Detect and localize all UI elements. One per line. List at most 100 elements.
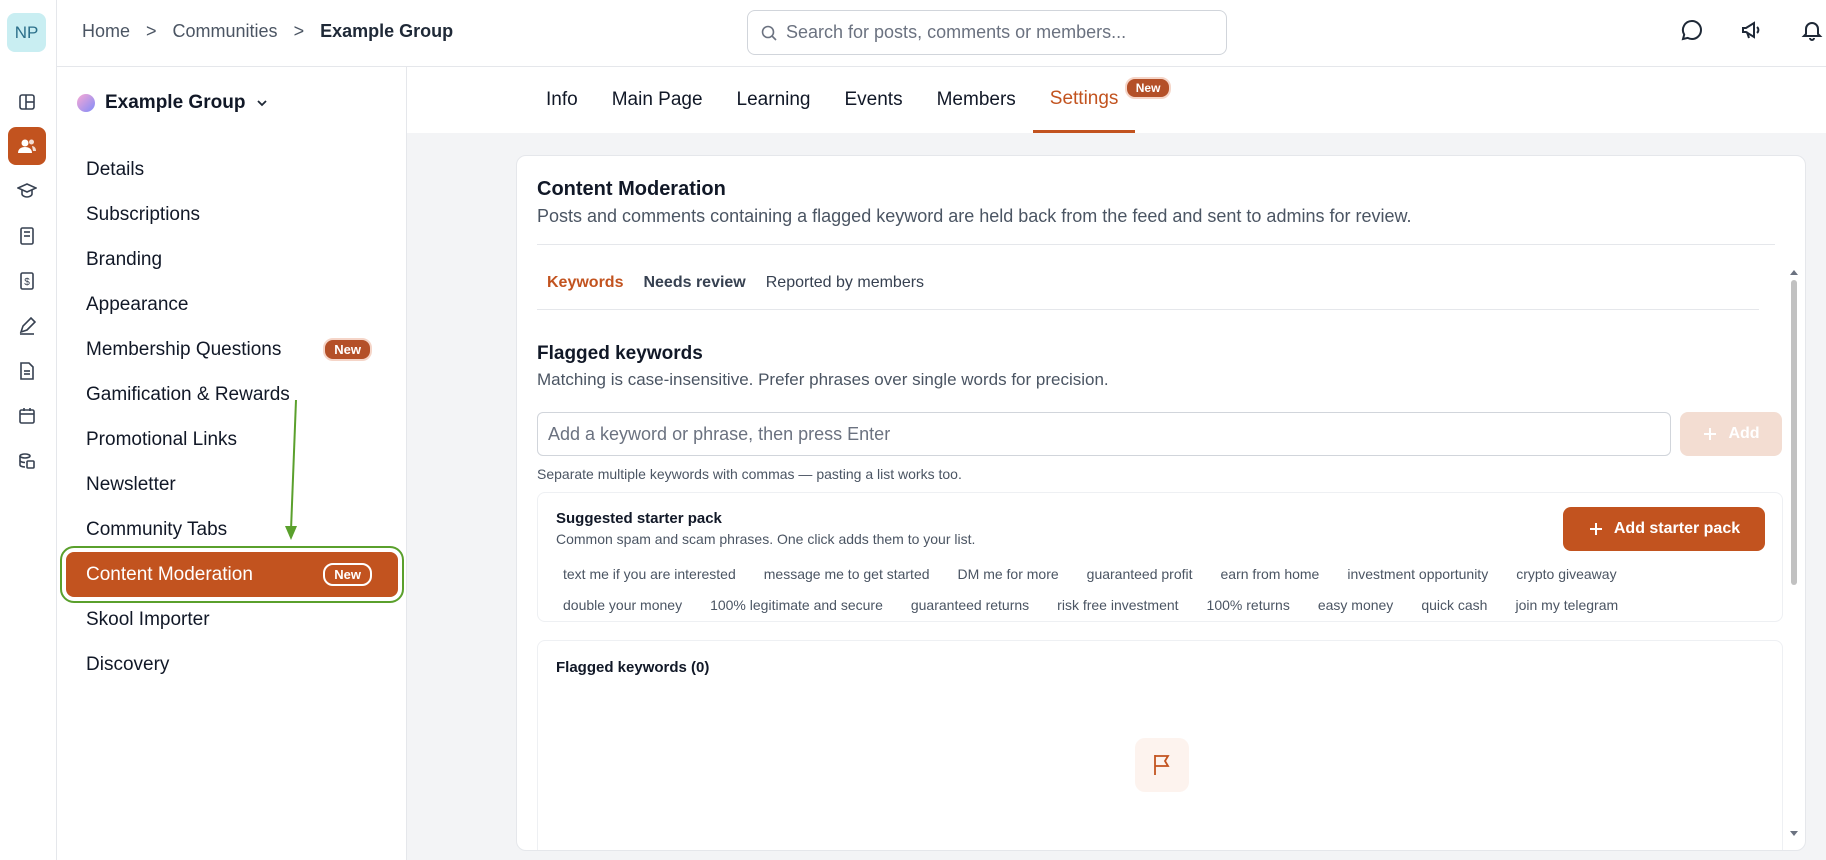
keyword-chip[interactable]: join my telegram <box>1504 594 1630 616</box>
keyword-chip[interactable]: easy money <box>1306 594 1405 616</box>
keyword-chip[interactable]: risk free investment <box>1046 594 1190 616</box>
main-area: Info Main Page Learning Events Members S… <box>407 67 1826 860</box>
graduation-cap-icon[interactable] <box>8 172 46 210</box>
breadcrumb-separator: > <box>293 21 305 41</box>
keyword-chip[interactable]: quick cash <box>1410 594 1499 616</box>
keyword-chip[interactable]: 100% legitimate and secure <box>699 594 894 616</box>
sidebar-item-discovery[interactable]: Discovery <box>66 642 398 687</box>
sidebar-item-details[interactable]: Details <box>66 147 398 192</box>
megaphone-icon[interactable] <box>1740 18 1764 42</box>
new-badge: New <box>323 563 372 586</box>
sidebar-item-label: Membership Questions <box>86 338 282 360</box>
plus-icon <box>1589 523 1602 535</box>
tab-info[interactable]: Info <box>529 67 595 133</box>
keyword-hint: Separate multiple keywords with commas —… <box>537 466 962 482</box>
keyword-chip[interactable]: message me to get started <box>752 563 941 585</box>
new-badge: New <box>1124 77 1172 99</box>
sidebar-item-subscriptions[interactable]: Subscriptions <box>66 192 398 237</box>
flagged-keywords-list: Flagged keywords (0) <box>537 640 1783 850</box>
scrollbar[interactable] <box>1789 268 1799 838</box>
starter-pack-title: Suggested starter pack <box>556 510 722 527</box>
flagged-keywords-description: Matching is case-insensitive. Prefer phr… <box>537 370 1109 389</box>
keyword-chip[interactable]: 100% returns <box>1195 594 1301 616</box>
tab-needs-review[interactable]: Needs review <box>633 256 755 309</box>
tab-label: Settings <box>1049 87 1119 109</box>
sidebar-item-label: Newsletter <box>86 473 176 495</box>
settings-menu: Details Subscriptions Branding Appearanc… <box>57 147 407 687</box>
starter-pack-chips: text me if you are interested message me… <box>552 563 1762 616</box>
tab-keywords[interactable]: Keywords <box>537 256 633 309</box>
tab-main-page[interactable]: Main Page <box>595 67 720 133</box>
sidebar-item-skool-importer[interactable]: Skool Importer <box>66 597 398 642</box>
flagged-keywords-count: Flagged keywords (0) <box>556 659 710 676</box>
add-keyword-button[interactable]: Add <box>1680 412 1782 456</box>
sidebar-item-appearance[interactable]: Appearance <box>66 282 398 327</box>
keyword-chip[interactable]: text me if you are interested <box>552 563 747 585</box>
sidebar-item-label: Content Moderation <box>86 563 253 585</box>
content-moderation-card: Content Moderation Posts and comments co… <box>516 155 1806 851</box>
page-title: Content Moderation <box>537 178 726 200</box>
group-selector[interactable]: Example Group <box>77 92 269 114</box>
user-avatar[interactable]: NP <box>7 13 46 52</box>
svg-text:$: $ <box>24 277 30 288</box>
keyword-input[interactable] <box>537 412 1671 456</box>
breadcrumb-home[interactable]: Home <box>82 21 130 42</box>
calendar-icon[interactable] <box>8 397 46 435</box>
scroll-down-icon[interactable] <box>1789 830 1799 838</box>
sidebar-item-label: Community Tabs <box>86 518 228 540</box>
sidebar-item-label: Skool Importer <box>86 608 210 630</box>
sidebar-item-newsletter[interactable]: Newsletter <box>66 462 398 507</box>
starter-pack-subtitle: Common spam and scam phrases. One click … <box>556 531 976 547</box>
sidebar-item-gamification[interactable]: Gamification & Rewards <box>66 372 398 417</box>
pen-icon[interactable] <box>8 307 46 345</box>
flagged-keywords-heading: Flagged keywords <box>537 343 703 364</box>
sidebar-item-label: Subscriptions <box>86 203 201 225</box>
sidebar-item-label: Details <box>86 158 145 180</box>
chevron-down-icon <box>257 100 268 107</box>
sidebar-item-membership-questions[interactable]: Membership Questions New <box>66 327 398 372</box>
top-icons <box>1680 18 1824 42</box>
tab-members[interactable]: Members <box>920 67 1033 133</box>
keyword-chip[interactable]: guaranteed profit <box>1075 563 1204 585</box>
search-bar[interactable] <box>747 10 1227 55</box>
document-icon[interactable] <box>8 352 46 390</box>
keyword-chip[interactable]: DM me for more <box>946 563 1070 585</box>
keyword-chip[interactable]: double your money <box>552 594 694 616</box>
tab-learning[interactable]: Learning <box>720 67 828 133</box>
database-icon[interactable] <box>8 442 46 480</box>
community-icon[interactable] <box>8 127 46 165</box>
chat-icon[interactable] <box>1680 18 1704 42</box>
page-subtitle: Posts and comments containing a flagged … <box>537 206 1412 226</box>
bell-icon[interactable] <box>1800 18 1824 42</box>
tab-reported-by-members[interactable]: Reported by members <box>756 256 934 309</box>
keyword-chip[interactable]: earn from home <box>1209 563 1331 585</box>
top-bar: Home > Communities > Example Group <box>57 0 1826 67</box>
tab-settings[interactable]: Settings New <box>1032 67 1172 133</box>
scroll-up-icon[interactable] <box>1789 268 1799 276</box>
starter-pack-panel: Suggested starter pack Common spam and s… <box>537 492 1783 622</box>
sidebar-item-branding[interactable]: Branding <box>66 237 398 282</box>
plus-icon <box>1704 428 1717 440</box>
tab-events[interactable]: Events <box>828 67 920 133</box>
settings-sidebar: Example Group Details Subscriptions Bran… <box>57 67 407 860</box>
search-icon <box>761 25 777 41</box>
breadcrumb-communities[interactable]: Communities <box>173 21 278 42</box>
add-button-label: Add <box>1728 425 1760 442</box>
book-icon[interactable] <box>8 217 46 255</box>
keyword-chip[interactable]: investment opportunity <box>1336 563 1500 585</box>
section-tabs: Info Main Page Learning Events Members S… <box>407 67 1826 133</box>
sidebar-item-community-tabs[interactable]: Community Tabs <box>66 507 398 552</box>
add-starter-pack-button[interactable]: Add starter pack <box>1563 507 1765 551</box>
sidebar-item-label: Discovery <box>86 653 170 675</box>
dollar-document-icon[interactable]: $ <box>8 262 46 300</box>
sidebar-item-label: Appearance <box>86 293 189 315</box>
layout-icon[interactable] <box>8 83 46 121</box>
search-input[interactable] <box>786 22 1206 43</box>
sidebar-item-promotional-links[interactable]: Promotional Links <box>66 417 398 462</box>
scrollbar-thumb[interactable] <box>1791 280 1797 585</box>
breadcrumb: Home > Communities > Example Group <box>82 21 453 42</box>
keyword-chip[interactable]: guaranteed returns <box>899 594 1041 616</box>
sidebar-item-content-moderation[interactable]: Content Moderation New <box>60 546 404 603</box>
keyword-chip[interactable]: crypto giveaway <box>1505 563 1628 585</box>
add-starter-pack-label: Add starter pack <box>1613 520 1741 537</box>
